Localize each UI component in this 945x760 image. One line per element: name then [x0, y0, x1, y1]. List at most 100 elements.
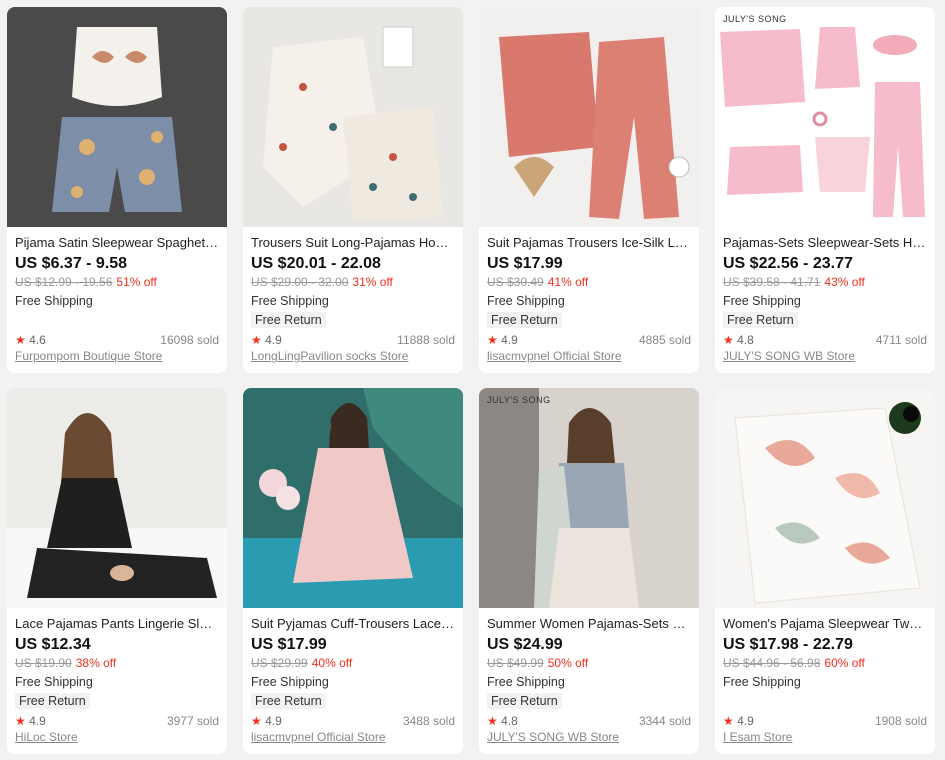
star-icon: ★ — [251, 333, 262, 347]
product-card[interactable]: Women's Pajama Sleepwear Two-... US $17.… — [715, 388, 935, 754]
sold-count: 4885 sold — [638, 333, 691, 347]
store-link[interactable]: HiLoc Store — [15, 729, 219, 745]
product-title[interactable]: Trousers Suit Long-Pajamas Home... — [251, 235, 455, 251]
product-title[interactable]: Pijama Satin Sleepwear Spaghetti-... — [15, 235, 219, 251]
rating-row: ★ 4.6 16098 sold — [15, 332, 219, 348]
discount-row: US $29.00 - 32.00 31% off — [251, 274, 455, 290]
rating-value: 4.9 — [501, 333, 518, 347]
store-link[interactable]: JULY'S SONG WB Store — [723, 348, 927, 364]
product-price: US $17.99 — [251, 636, 327, 653]
product-image[interactable] — [243, 388, 463, 608]
product-image[interactable] — [715, 388, 935, 608]
rating-value: 4.8 — [737, 333, 754, 347]
sold-count: 3488 sold — [402, 714, 455, 728]
sold-count: 3344 sold — [638, 714, 691, 728]
product-image[interactable]: JULY'S SONG — [479, 388, 699, 608]
rating-value: 4.9 — [737, 714, 754, 728]
store-link[interactable]: LongLingPavilion socks Store — [251, 348, 455, 364]
rating-value: 4.6 — [29, 333, 46, 347]
rating-row: ★ 4.8 4711 sold — [723, 332, 927, 348]
product-price: US $12.34 — [15, 636, 91, 653]
product-card[interactable]: Pijama Satin Sleepwear Spaghetti-... US … — [7, 7, 227, 373]
product-price: US $17.99 — [487, 255, 563, 272]
discount-percent: 50% off — [547, 656, 589, 670]
original-price: US $29.00 - 32.00 — [251, 275, 349, 289]
product-title[interactable]: Suit Pajamas Trousers Ice-Silk Lon... — [487, 235, 691, 251]
rating-row: ★ 4.9 1908 sold — [723, 713, 927, 729]
rating-value: 4.9 — [29, 714, 46, 728]
store-link[interactable]: I Esam Store — [723, 729, 927, 745]
discount-percent: 51% off — [116, 275, 157, 289]
product-image[interactable] — [243, 7, 463, 227]
store-link[interactable]: lisacmvpnel Official Store — [487, 348, 691, 364]
free-return-badge: Free Return — [15, 693, 90, 709]
product-card[interactable]: Trousers Suit Long-Pajamas Home... US $2… — [243, 7, 463, 373]
discount-row: US $12.99 - 19.56 51% off — [15, 274, 219, 290]
shipping-label: Free Shipping — [251, 675, 329, 689]
product-title[interactable]: Suit Pyjamas Cuff-Trousers Lace L... — [251, 616, 455, 632]
image-brand-text: JULY'S SONG — [487, 395, 551, 405]
product-card[interactable]: Suit Pyjamas Cuff-Trousers Lace L... US … — [243, 388, 463, 754]
free-return-badge: Free Return — [251, 312, 326, 328]
product-price: US $17.98 - 22.79 — [723, 636, 853, 653]
store-link[interactable]: lisacmvpnel Official Store — [251, 729, 455, 745]
product-image[interactable] — [7, 388, 227, 608]
sold-count: 16098 sold — [160, 333, 219, 347]
free-return-badge: Free Return — [487, 312, 562, 328]
product-image[interactable]: JULY'S SONG — [715, 7, 935, 227]
shipping-label: Free Shipping — [723, 294, 801, 308]
shipping-label: Free Shipping — [15, 294, 93, 308]
star-icon: ★ — [723, 333, 734, 347]
product-price: US $6.37 - 9.58 — [15, 255, 128, 272]
discount-row: US $19.90 38% off — [15, 655, 219, 671]
product-price: US $24.99 — [487, 636, 563, 653]
rating-row: ★ 4.9 4885 sold — [487, 332, 691, 348]
rating-value: 4.9 — [265, 714, 282, 728]
product-card[interactable]: Suit Pajamas Trousers Ice-Silk Lon... US… — [479, 7, 699, 373]
free-return-badge: Free Return — [251, 693, 326, 709]
discount-percent: 31% off — [352, 275, 393, 289]
sold-count: 1908 sold — [874, 714, 927, 728]
product-price: US $20.01 - 22.08 — [251, 255, 381, 272]
star-icon: ★ — [15, 333, 26, 347]
image-brand-text: JULY'S SONG — [723, 14, 787, 24]
discount-row: US $29.99 40% off — [251, 655, 455, 671]
original-price: US $29.99 — [251, 656, 308, 670]
product-image[interactable] — [479, 7, 699, 227]
shipping-label: Free Shipping — [723, 675, 801, 689]
shipping-label: Free Shipping — [251, 294, 329, 308]
discount-percent: 40% off — [311, 656, 353, 670]
original-price: US $19.90 — [15, 656, 72, 670]
product-image[interactable] — [7, 7, 227, 227]
sold-count: 11888 sold — [397, 333, 455, 347]
product-title[interactable]: Lace Pajamas Pants Lingerie Sleep... — [15, 616, 219, 632]
original-price: US $30.49 — [487, 275, 544, 289]
discount-percent: 38% off — [75, 656, 117, 670]
rating-row: ★ 4.9 3977 sold — [15, 713, 219, 729]
rating-row: ★ 4.9 11888 sold — [251, 332, 455, 348]
star-icon: ★ — [487, 333, 498, 347]
store-link[interactable]: Furpompom Boutique Store — [15, 348, 219, 364]
sold-count: 3977 sold — [166, 714, 219, 728]
rating-row: ★ 4.9 3488 sold — [251, 713, 455, 729]
star-icon: ★ — [723, 714, 734, 728]
product-card[interactable]: JULY'S SONG Summer Women Pajamas-Sets Sl… — [479, 388, 699, 754]
product-price: US $22.56 - 23.77 — [723, 255, 853, 272]
discount-percent: 43% off — [824, 275, 865, 289]
product-card[interactable]: JULY'S SONG Pajamas-Sets Sleepwear-Sets … — [715, 7, 935, 373]
product-title[interactable]: Pajamas-Sets Sleepwear-Sets Hom... — [723, 235, 927, 251]
discount-percent: 41% off — [547, 275, 589, 289]
rating-value: 4.9 — [265, 333, 282, 347]
product-title[interactable]: Summer Women Pajamas-Sets Sle... — [487, 616, 691, 632]
shipping-label: Free Shipping — [487, 675, 565, 689]
original-price: US $12.99 - 19.56 — [15, 275, 113, 289]
rating-row: ★ 4.8 3344 sold — [487, 713, 691, 729]
product-title[interactable]: Women's Pajama Sleepwear Two-... — [723, 616, 927, 632]
original-price: US $49.99 — [487, 656, 544, 670]
discount-row: US $49.99 50% off — [487, 655, 691, 671]
product-card[interactable]: Lace Pajamas Pants Lingerie Sleep... US … — [7, 388, 227, 754]
original-price: US $39.58 - 41.71 — [723, 275, 821, 289]
store-link[interactable]: JULY'S SONG WB Store — [487, 729, 691, 745]
shipping-label: Free Shipping — [487, 294, 565, 308]
discount-row: US $30.49 41% off — [487, 274, 691, 290]
